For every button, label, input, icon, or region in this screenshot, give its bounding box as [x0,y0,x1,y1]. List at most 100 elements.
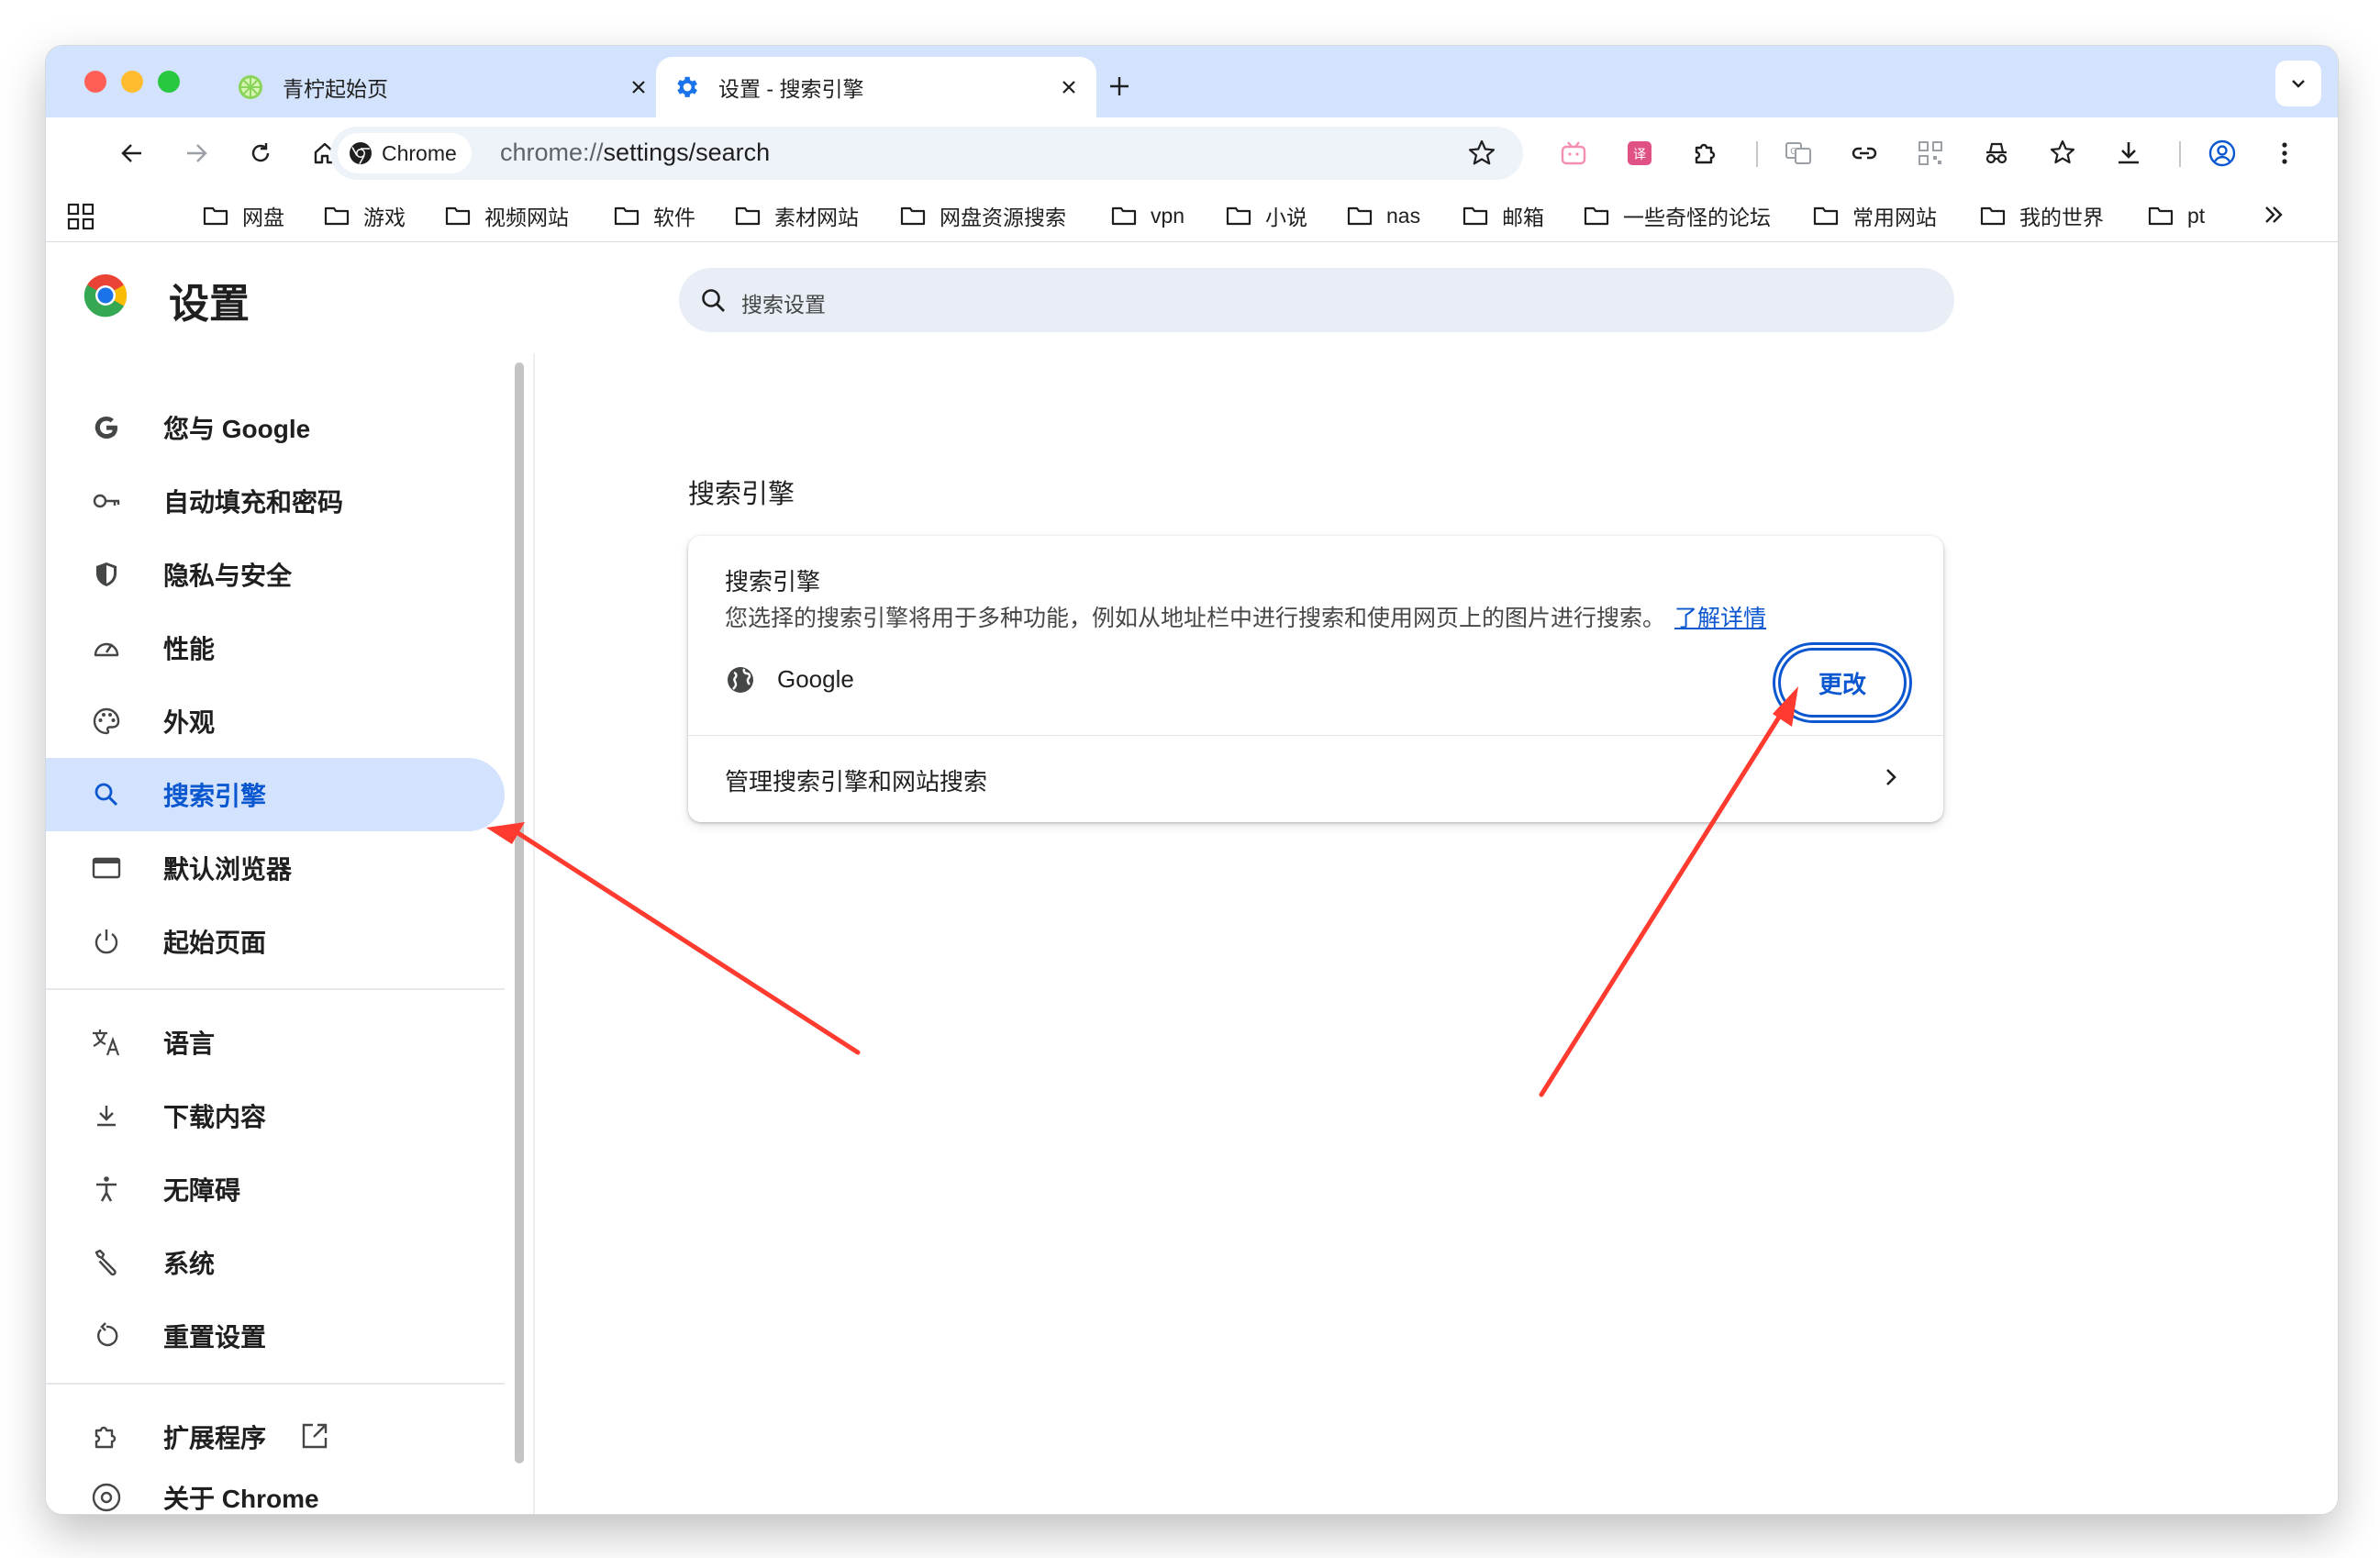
search-icon [702,289,725,312]
bookmark-folder[interactable]: 我的世界 [1979,198,2104,233]
folder-icon [1111,206,1137,226]
tab-strip: 青柠起始页 设置 - 搜索引擎 [46,46,2338,117]
bookmark-folder[interactable]: 小说 [1225,198,1307,233]
toolbar-separator [1756,141,1758,167]
bookmark-label: 小说 [1265,206,1307,229]
sidebar-item-privacy[interactable]: 隐私与安全 [46,538,505,611]
bookmark-star-icon[interactable] [1466,138,1497,169]
bookmark-folder[interactable]: pt [2147,198,2205,233]
tab-qingning[interactable]: 青柠起始页 [220,57,666,117]
tab-settings[interactable]: 设置 - 搜索引擎 [656,57,1096,117]
bookmark-folder[interactable]: 软件 [613,198,695,233]
bookmark-folder[interactable]: 邮箱 [1462,198,1544,233]
folder-icon [1347,206,1373,226]
bookmark-folder[interactable]: 视频网站 [444,198,569,233]
folder-icon [1980,206,2006,226]
sidebar-item-default-browser[interactable]: 默认浏览器 [46,831,505,905]
bookmark-label: 视频网站 [484,206,569,229]
sidebar-item-label: 性能 [163,635,216,663]
download-icon[interactable] [2108,133,2149,173]
url-text[interactable]: chrome://settings/search [500,139,770,167]
folder-icon [1226,206,1251,226]
link-icon[interactable] [1844,133,1885,173]
settings-search-input[interactable]: 搜索设置 [679,268,1954,332]
bookmark-folder[interactable]: nas [1346,198,1420,233]
sidebar-border [533,353,535,1514]
new-tab-button[interactable] [1101,68,1138,105]
site-info-chip[interactable]: Chrome [338,133,472,173]
more-menu-icon[interactable] [2264,133,2305,173]
maximize-window-button[interactable] [158,71,180,93]
back-button[interactable] [112,133,152,173]
qr-code-icon[interactable] [1910,133,1951,173]
sidebar-item-reset[interactable]: 重置设置 [46,1299,505,1373]
bookmark-label: 网盘资源搜索 [940,206,1066,229]
bookmark-label: 游戏 [363,206,406,229]
folder-icon [324,206,350,226]
sidebar-item-extensions[interactable]: 扩展程序 [46,1400,505,1474]
sidebar-item-label: 隐私与安全 [163,562,293,590]
close-tab-icon[interactable] [624,72,653,102]
bookmark-folder[interactable]: 一些奇怪的论坛 [1583,198,1771,233]
google-translate-icon[interactable]: G [1778,133,1818,173]
folder-icon [1584,206,1609,226]
reload-button[interactable] [240,133,281,173]
chrome-logo-icon [88,1479,125,1514]
sidebar-scrollbar[interactable] [515,362,524,1463]
sidebar-divider [46,988,505,990]
learn-more-link[interactable]: 了解详情 [1674,606,1766,631]
bookmark-folder[interactable]: 素材网站 [734,198,859,233]
sidebar-item-system[interactable]: 系统 [46,1226,505,1299]
bookmarks-bar: 网盘 游戏 视频网站 软件 素材网站 网盘资源搜索 vpn 小说 nas 邮箱 一些奇怪的论坛 常用网… [46,189,2338,242]
bilibili-extension-icon[interactable] [1553,133,1594,173]
folder-icon [445,206,471,226]
sidebar-item-downloads[interactable]: 下载内容 [46,1079,505,1152]
sidebar-item-search-engine[interactable]: 搜索引擎 [46,758,505,831]
chevron-down-icon [2292,80,2305,88]
folder-icon [2148,206,2174,226]
sidebar-item-about-chrome[interactable]: 关于 Chrome [46,1474,505,1514]
palette-icon [88,703,125,740]
folder-icon [1462,206,1488,226]
sidebar-item-autofill[interactable]: 自动填充和密码 [46,464,505,538]
bookmark-folder[interactable]: vpn [1110,198,1184,233]
open-in-new-icon [299,1420,330,1458]
bookmark-folder[interactable]: 游戏 [323,198,406,233]
apps-grid-icon[interactable] [66,202,95,231]
profile-avatar-icon[interactable] [2202,133,2242,173]
close-tab-icon[interactable] [1054,72,1084,102]
sidebar-item-appearance[interactable]: 外观 [46,684,505,758]
browser-window-icon [88,850,125,886]
toolbar: Chrome chrome://settings/search 译 G [46,117,2338,189]
forward-button[interactable] [176,133,217,173]
change-button[interactable]: 更改 [1778,648,1907,718]
address-bar[interactable]: Chrome chrome://settings/search [330,127,1523,180]
minimize-window-button[interactable] [121,71,143,93]
chrome-logo-icon [83,274,128,317]
settings-sidebar: 您与 Google 自动填充和密码 隐私与安全 性能 外观 搜索引擎 默认浏览器… [46,353,509,1514]
card-description: 您选择的搜索引擎将用于多种功能，例如从地址栏中进行搜索和使用网页上的图片进行搜索… [725,600,1766,633]
sidebar-item-performance[interactable]: 性能 [46,611,505,684]
double-chevron-right-icon[interactable] [2259,200,2288,229]
reload-icon [251,143,270,162]
sidebar-item-label: 搜索引擎 [163,782,267,810]
sidebar-item-accessibility[interactable]: 无障碍 [46,1152,505,1226]
manage-search-engines-row[interactable]: 管理搜索引擎和网站搜索 [725,763,987,797]
incognito-icon[interactable] [1976,133,2017,173]
bookmark-folder[interactable]: 网盘资源搜索 [899,198,1066,233]
bookmark-folder[interactable]: 网盘 [202,198,284,233]
sidebar-item-you-and-google[interactable]: 您与 Google [46,391,505,464]
sidebar-item-languages[interactable]: 语言 [46,1006,505,1079]
puzzle-extensions-icon[interactable] [1685,133,1726,173]
close-window-button[interactable] [84,71,106,93]
translate-extension-icon[interactable]: 译 [1619,133,1660,173]
svg-text:译: 译 [1633,148,1646,162]
chevron-right-icon[interactable] [1875,762,1907,793]
tab-title: 青柠起始页 [283,77,388,101]
sidebar-item-label: 关于 Chrome [163,1485,319,1513]
translate-icon [88,1024,125,1061]
bookmark-folder[interactable]: 常用网站 [1812,198,1937,233]
reading-list-star-icon[interactable] [2042,133,2083,173]
tab-search-button[interactable] [2275,61,2321,106]
sidebar-item-on-startup[interactable]: 起始页面 [46,905,505,978]
